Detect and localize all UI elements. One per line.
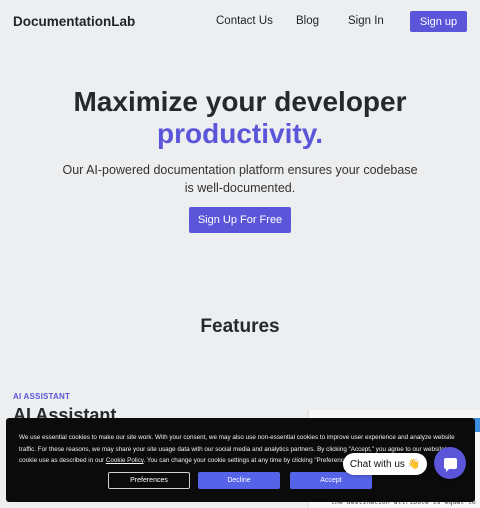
chat-launcher-button[interactable] — [434, 447, 466, 479]
features-title: Features — [200, 316, 280, 337]
nav-link-blog[interactable]: Blog — [296, 15, 319, 27]
signup-button[interactable]: Sign up — [410, 11, 467, 32]
chat-bubble[interactable]: Chat with us 👋 — [343, 453, 427, 475]
nav-link-sign-in[interactable]: Sign In — [348, 15, 384, 27]
cookie-policy-link[interactable]: Cookie Policy — [106, 457, 144, 464]
nav-link-contact[interactable]: Contact Us — [216, 15, 273, 27]
logo[interactable]: DocumentationLab — [13, 14, 135, 29]
hero-subtitle: Our AI-powered documentation platform en… — [62, 163, 418, 195]
feature-tag: AI ASSISTANT — [13, 392, 71, 401]
decline-button[interactable]: Decline — [198, 472, 280, 489]
hero-title: Maximize your developer — [73, 86, 407, 117]
chat-icon — [443, 457, 457, 472]
cookie-text-end: . You can change your cookie settings at… — [143, 457, 355, 464]
hero-title-highlight: productivity. — [157, 118, 323, 149]
navbar: DocumentationLab Contact Us Blog Sign In… — [0, 0, 480, 44]
signup-free-button[interactable]: Sign Up For Free — [189, 207, 291, 233]
preferences-button[interactable]: Preferences — [108, 472, 190, 489]
